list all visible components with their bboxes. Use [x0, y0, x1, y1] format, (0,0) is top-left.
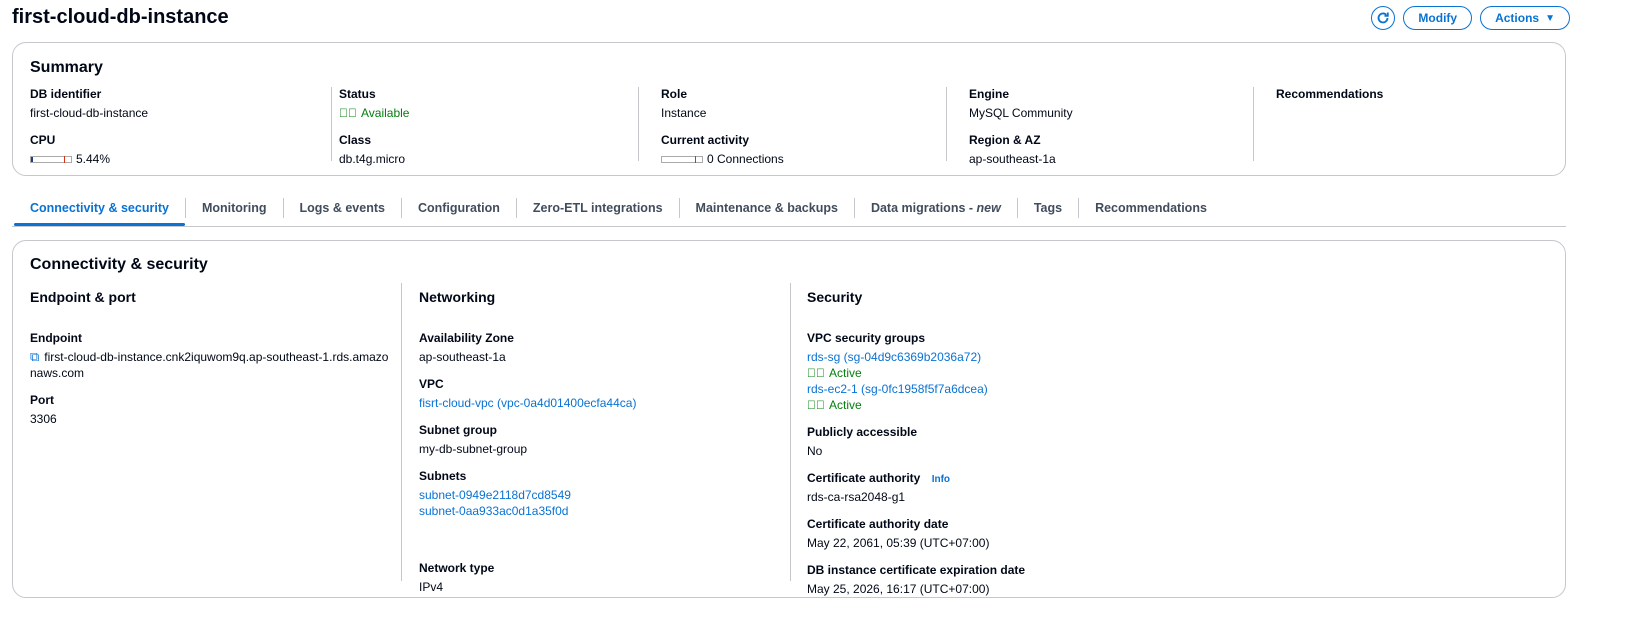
connectivity-title: Connectivity & security — [30, 256, 208, 273]
tab-recommendations[interactable]: Recommendations — [1078, 198, 1223, 218]
tab-monitoring[interactable]: Monitoring — [184, 198, 283, 218]
summary-title: Summary — [30, 59, 103, 76]
region-label: Region & AZ — [969, 133, 1041, 147]
cpu-label: CPU — [30, 133, 56, 147]
copy-icon[interactable]: ⧉ — [30, 349, 39, 364]
activity-threshold-mark — [695, 156, 696, 164]
networking-heading: Networking — [419, 289, 496, 305]
endpoint-text: first-cloud-db-instance.cnk2iquwom9q.ap-… — [30, 350, 389, 380]
divider — [1253, 87, 1254, 161]
status-text: Active — [829, 366, 862, 380]
endpoint-port-heading: Endpoint & port — [30, 289, 136, 305]
port-value: 3306 — [30, 412, 57, 426]
cpu-value: 5.44% — [76, 152, 111, 166]
region-value: ap-southeast-1a — [969, 152, 1056, 166]
connectivity-panel: Connectivity & security Endpoint & port … — [12, 240, 1566, 598]
activity-label: Current activity — [661, 133, 750, 147]
endpoint-value: ⧉ first-cloud-db-instance.cnk2iquwom9q.ap… — [30, 349, 390, 381]
divider — [946, 87, 947, 161]
status-text: Active — [829, 398, 862, 412]
ca-value: rds-ca-rsa2048-g1 — [807, 490, 906, 504]
subnet-group-label: Subnet group — [419, 423, 497, 437]
role-value: Instance — [661, 106, 707, 120]
status-text: Available — [361, 106, 410, 120]
endpoint-label: Endpoint — [30, 331, 82, 345]
ca-label: Certificate authority Info — [807, 471, 1025, 485]
subnets-label: Subnets — [419, 469, 467, 483]
recommendations-label: Recommendations — [1276, 87, 1384, 101]
security-group-link[interactable]: rds-ec2-1 (sg-0fc1958f5f7a6dcea) — [807, 381, 1025, 397]
check-circle-icon: ✓⃝ — [339, 106, 357, 120]
header-actions: Modify Actions ▼ — [1371, 6, 1570, 30]
activity-value: 0 Connections — [707, 152, 784, 166]
az-label: Availability Zone — [419, 331, 514, 345]
public-label: Publicly accessible — [807, 425, 918, 439]
ca-label-text: Certificate authority — [807, 471, 921, 485]
db-identifier-value: first-cloud-db-instance — [30, 106, 149, 120]
tab-tags[interactable]: Tags — [1016, 198, 1078, 218]
vpc-label: VPC — [419, 377, 444, 391]
tab-connectivity-security[interactable]: Connectivity & security — [14, 198, 185, 226]
cert-expiration-label: DB instance certificate expiration date — [807, 563, 1026, 577]
vpc-link[interactable]: fisrt-cloud-vpc (vpc-0a4d01400ecfa44ca) — [419, 395, 636, 411]
subnet-group-value: my-db-subnet-group — [419, 442, 528, 456]
ca-date-value: May 22, 2061, 05:39 (UTC+07:00) — [807, 536, 990, 550]
subnet-link[interactable]: subnet-0949e2118d7cd8549 — [419, 487, 636, 503]
tab-zero-etl[interactable]: Zero-ETL integrations — [515, 198, 679, 218]
sg-label: VPC security groups — [807, 331, 926, 345]
tab-configuration[interactable]: Configuration — [400, 198, 516, 218]
security-group-status: ✓⃝ Active — [807, 365, 1025, 381]
new-badge: new — [976, 201, 1001, 215]
engine-value: MySQL Community — [969, 106, 1073, 120]
divider — [331, 87, 332, 161]
security-heading: Security — [807, 289, 863, 305]
cert-expiration-value: May 25, 2026, 16:17 (UTC+07:00) — [807, 582, 990, 596]
modify-button[interactable]: Modify — [1403, 6, 1473, 30]
cpu-bar-fill — [31, 157, 34, 163]
page-title: first-cloud-db-instance — [12, 6, 229, 28]
security-group-status: ✓⃝ Active — [807, 397, 1025, 413]
check-circle-icon: ✓⃝ — [807, 366, 825, 380]
actions-label: Actions — [1495, 11, 1540, 25]
port-label: Port — [30, 393, 54, 407]
divider — [790, 283, 791, 581]
caret-down-icon: ▼ — [1545, 12, 1555, 24]
divider — [401, 283, 402, 581]
actions-button[interactable]: Actions ▼ — [1480, 6, 1570, 30]
ca-date-label: Certificate authority date — [807, 517, 949, 531]
tab-maintenance-backups[interactable]: Maintenance & backups — [678, 198, 854, 218]
refresh-icon — [1378, 12, 1390, 24]
info-link[interactable]: Info — [932, 474, 950, 485]
network-type-label: Network type — [419, 561, 495, 575]
az-value: ap-southeast-1a — [419, 350, 506, 364]
check-circle-icon: ✓⃝ — [807, 398, 825, 412]
refresh-button[interactable] — [1371, 6, 1396, 30]
class-value: db.t4g.micro — [339, 152, 406, 166]
tab-divider — [12, 226, 1566, 227]
public-value: No — [807, 444, 823, 458]
summary-panel: Summary DB identifier first-cloud-db-ins… — [12, 42, 1566, 176]
activity-bar — [661, 156, 703, 164]
security-group-link[interactable]: rds-sg (sg-04d9c6369b2036a72) — [807, 349, 1025, 365]
subnet-link[interactable]: subnet-0aa933ac0d1a35f0d — [419, 503, 636, 519]
network-type-value: IPv4 — [419, 580, 444, 594]
tab-logs-events[interactable]: Logs & events — [282, 198, 401, 218]
status-value: ✓⃝ Available — [339, 105, 409, 121]
cpu-bar — [30, 156, 72, 164]
role-label: Role — [661, 87, 688, 101]
db-identifier-label: DB identifier — [30, 87, 102, 101]
cpu-threshold-mark — [64, 156, 65, 164]
tab-data-migrations[interactable]: Data migrations - new — [853, 198, 1017, 218]
status-label: Status — [339, 87, 376, 101]
engine-label: Engine — [969, 87, 1010, 101]
tab-bar: Connectivity & security Monitoring Logs … — [14, 196, 1223, 226]
tab-data-migrations-label: Data migrations - — [870, 201, 977, 215]
divider — [638, 87, 639, 161]
class-label: Class — [339, 133, 372, 147]
